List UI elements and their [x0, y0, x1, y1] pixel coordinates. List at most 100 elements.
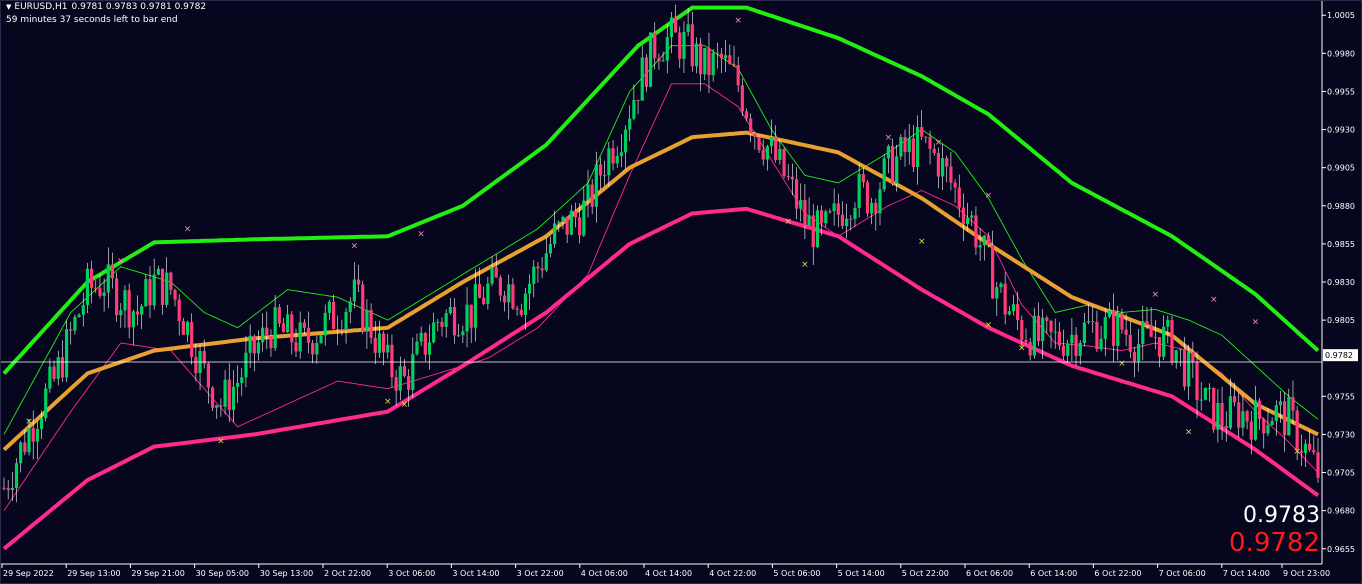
candle-body	[77, 314, 81, 317]
candle-body	[319, 335, 323, 343]
candle-body	[799, 199, 803, 209]
candle-body	[811, 215, 815, 248]
candle-body	[302, 322, 306, 328]
candle-body	[1178, 349, 1182, 351]
candle-body	[1249, 421, 1253, 440]
candle-body	[895, 156, 899, 184]
candle-body	[23, 442, 27, 453]
candle-body	[882, 158, 886, 190]
candle-body	[1036, 315, 1041, 342]
candle-body	[807, 215, 811, 226]
candle-body	[256, 342, 261, 354]
candle-body	[306, 327, 311, 343]
candle-body	[390, 344, 394, 378]
x-tick-label: 29 Sep 2022	[3, 569, 54, 578]
candle-body	[1274, 405, 1278, 421]
x-tick-label: 7 Oct 06:00	[1159, 569, 1206, 578]
candle-body	[423, 332, 427, 355]
x-tick-label: 6 Oct 22:00	[1094, 569, 1141, 578]
candle-body	[861, 174, 865, 183]
candle-body	[269, 336, 273, 349]
candle-body	[961, 207, 966, 225]
x-tick-label: 7 Oct 14:00	[1223, 569, 1270, 578]
candle-body	[569, 210, 573, 235]
candle-body	[949, 166, 953, 183]
candle-body	[707, 48, 711, 76]
candle-body	[173, 289, 177, 300]
candle-body	[665, 37, 669, 61]
symbol-label: EURUSD,H1	[14, 2, 68, 12]
candle-body	[286, 314, 290, 333]
candle-body	[1053, 331, 1057, 333]
candle-body	[144, 279, 148, 307]
candle-body	[486, 283, 490, 305]
candle-body	[248, 335, 252, 353]
candle-body	[765, 146, 769, 160]
candle-body	[1157, 337, 1162, 357]
candle-body	[236, 382, 240, 387]
candle-body	[261, 327, 265, 343]
sell-marker: ×	[1252, 318, 1260, 328]
candle-body	[1287, 397, 1291, 436]
candle-body	[1070, 334, 1074, 344]
candle-body	[365, 309, 369, 332]
candle-body	[995, 287, 999, 299]
candle-body	[636, 100, 640, 102]
candle-body	[386, 344, 390, 353]
candle-body	[1116, 312, 1120, 346]
candle-body	[528, 283, 532, 294]
candle-body	[194, 357, 198, 374]
candle-body	[411, 354, 415, 390]
candle-body	[1095, 321, 1099, 350]
candle-body	[1124, 329, 1128, 335]
candle-body	[682, 32, 686, 59]
candle-body	[148, 279, 152, 306]
candle-body	[90, 268, 94, 288]
candle-body	[619, 152, 623, 156]
candle-body	[452, 307, 457, 336]
candle-body	[19, 442, 23, 464]
candle-body	[557, 222, 561, 224]
y-tick-label: 0.9705	[1327, 469, 1355, 478]
candle-body	[419, 332, 423, 342]
candle-body	[1207, 387, 1212, 389]
y-tick-label: 0.9680	[1327, 507, 1355, 516]
buy-marker: ×	[1185, 427, 1193, 437]
candle-body	[515, 308, 519, 310]
y-tick-label: 0.9905	[1327, 164, 1355, 173]
candle-body	[35, 428, 39, 442]
candle-body	[1003, 283, 1007, 315]
x-tick-label: 29 Sep 21:00	[131, 569, 184, 578]
candle-body	[1199, 399, 1203, 401]
candle-body	[640, 57, 644, 101]
buy-marker: ×	[1018, 344, 1026, 354]
triangle-down-icon[interactable]: ▼	[6, 3, 11, 11]
candle-body	[1258, 400, 1262, 419]
candle-body	[94, 287, 98, 289]
candle-body	[377, 333, 382, 353]
candle-body	[1224, 426, 1228, 429]
candle-body	[544, 253, 548, 271]
candle-body	[1020, 320, 1024, 340]
candle-body	[123, 290, 127, 311]
candle-body	[436, 321, 440, 323]
candle-body	[744, 111, 749, 119]
candle-body	[1312, 449, 1316, 453]
candle-body	[361, 284, 365, 332]
candle-body	[215, 405, 219, 408]
candle-body	[1011, 304, 1016, 312]
candle-body	[160, 268, 165, 305]
x-tick-label: 3 Oct 14:00	[452, 569, 499, 578]
buy-marker: ×	[1118, 359, 1126, 369]
candle-body	[1291, 397, 1295, 411]
x-tick-label: 5 Oct 06:00	[773, 569, 820, 578]
candle-body	[1112, 310, 1116, 346]
price-chart[interactable]: ××××××××××××××××××××××××× 1.00050.99800.…	[0, 0, 1362, 584]
candle-body	[323, 312, 327, 336]
candle-body	[857, 174, 861, 208]
candle-body	[820, 210, 824, 224]
candle-body	[477, 284, 482, 298]
candle-body	[281, 323, 286, 333]
y-tick-label: 0.9930	[1327, 126, 1355, 135]
candle-body	[1028, 341, 1032, 356]
